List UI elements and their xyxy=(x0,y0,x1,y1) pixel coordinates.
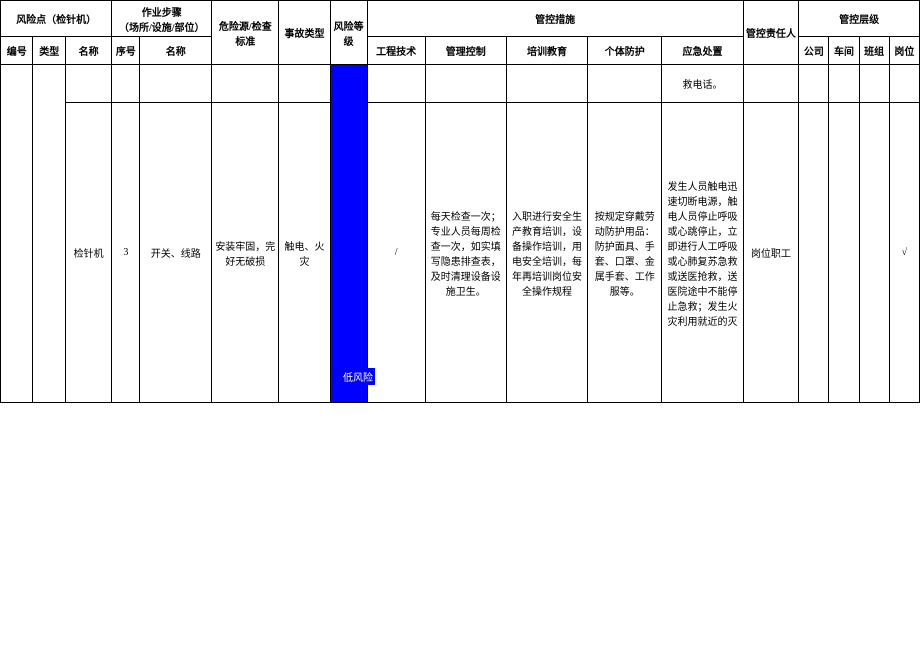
h-accident: 事故类型 xyxy=(279,1,330,65)
c-bzu xyxy=(859,65,889,103)
c-px xyxy=(506,65,587,103)
h-control-level: 管控层级 xyxy=(799,1,920,37)
sh-mc: 名称 xyxy=(65,37,111,65)
sh-px: 培训教育 xyxy=(506,37,587,65)
c-lx xyxy=(33,65,65,403)
data-row: 检针机 3 开关、线路 安装牢固，完好无破损 触电、火灾 / 每天检查一次；专业… xyxy=(1,103,920,403)
header-row-1: 风险点（检针机） 作业步骤 （场所/设施/部位） 危险源/检查标准 事故类型 风… xyxy=(1,1,920,37)
sh-gc: 工程技术 xyxy=(367,37,425,65)
h-risk-level: 风险等级 xyxy=(330,1,367,65)
c-cj xyxy=(829,65,859,103)
h-measures: 管控措施 xyxy=(367,1,743,37)
d-sg: 触电、火灾 xyxy=(279,103,330,403)
c-zr xyxy=(743,65,799,103)
c-bz xyxy=(140,65,212,103)
d-px: 入职进行安全生产教育培训，设备操作培训，用电安全培训，每年再培训岗位安全操作规程 xyxy=(506,103,587,403)
d-cj xyxy=(829,103,859,403)
d-mc: 检针机 xyxy=(65,103,111,403)
c-gc xyxy=(367,65,425,103)
h-responsible: 管控责任人 xyxy=(743,1,799,65)
sh-lx: 类型 xyxy=(33,37,65,65)
c-gt xyxy=(588,65,662,103)
sh-gw: 岗位 xyxy=(889,37,919,65)
sh-xh: 序号 xyxy=(112,37,140,65)
sh-gl: 管理控制 xyxy=(425,37,506,65)
c-gl xyxy=(425,65,506,103)
d-gw: √ xyxy=(889,103,919,403)
sh-bz: 名称 xyxy=(140,37,212,65)
d-gc: / xyxy=(367,103,425,403)
sh-gt: 个体防护 xyxy=(588,37,662,65)
d-gt: 按规定穿戴劳动防护用品：防护面具、手套、口罩、金属手套、工作服等。 xyxy=(588,103,662,403)
sh-gs: 公司 xyxy=(799,37,829,65)
c-fx xyxy=(330,65,367,403)
d-zr: 岗位职工 xyxy=(743,103,799,403)
sh-bzu: 班组 xyxy=(859,37,889,65)
c-xh xyxy=(112,65,140,103)
c-gs xyxy=(799,65,829,103)
risk-table: 风险点（检针机） 作业步骤 （场所/设施/部位） 危险源/检查标准 事故类型 风… xyxy=(0,0,920,403)
c-sg xyxy=(279,65,330,103)
d-gl: 每天检查一次；专业人员每周检查一次，如实填写隐患排查表，及时清理设备设施卫生。 xyxy=(425,103,506,403)
h-steps: 作业步骤 （场所/设施/部位） xyxy=(112,1,212,37)
sh-yj: 应急处置 xyxy=(662,37,743,65)
cont-row: 救电话。 xyxy=(1,65,920,103)
risk-level-label: 低风险 xyxy=(341,368,375,385)
h-hazard: 危险源/检查标准 xyxy=(212,1,279,65)
c-yj: 救电话。 xyxy=(662,65,743,103)
d-bz: 开关、线路 xyxy=(140,103,212,403)
c-bh xyxy=(1,65,33,403)
c-mc xyxy=(65,65,111,103)
d-bzu xyxy=(859,103,889,403)
d-yj: 发生人员触电迅速切断电源，触电人员停止呼吸或心跳停止，立即进行人工呼吸或心肺复苏… xyxy=(662,103,743,403)
c-wx xyxy=(212,65,279,103)
sh-cj: 车间 xyxy=(829,37,859,65)
d-gs xyxy=(799,103,829,403)
h-risk-point: 风险点（检针机） xyxy=(1,1,112,37)
c-gw xyxy=(889,65,919,103)
d-wx: 安装牢固，完好无破损 xyxy=(212,103,279,403)
sh-bh: 编号 xyxy=(1,37,33,65)
d-xh: 3 xyxy=(112,103,140,403)
